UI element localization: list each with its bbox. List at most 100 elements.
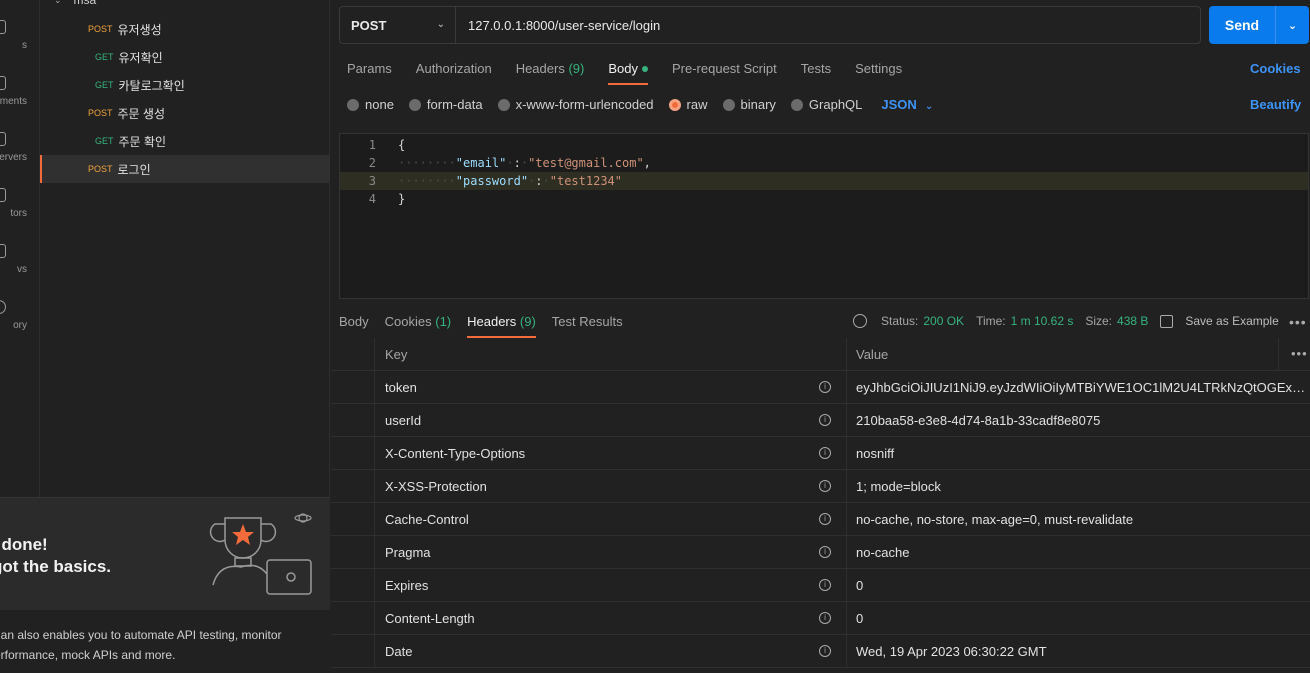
tab-authorization[interactable]: Authorization <box>416 61 492 85</box>
code-text: ········"password"·:·"test1234" <box>398 174 622 188</box>
column-header-value: Value <box>856 347 889 362</box>
table-row: Date i Wed, 19 Apr 2023 06:30:22 GMT <box>331 635 1310 668</box>
request-workspace: POST ⌄ 127.0.0.1:8000/user-service/login… <box>331 0 1310 673</box>
tab-count: (9) <box>519 314 536 329</box>
tab-label: Settings <box>855 61 903 76</box>
radio-x-www-form-urlencoded[interactable]: x-www-form-urlencoded <box>497 97 654 112</box>
method-select[interactable]: POST ⌄ <box>340 7 456 43</box>
body-editor[interactable]: 1 { 2 ········"email"·:·"test@gmail.com"… <box>339 133 1309 299</box>
info-icon[interactable]: i <box>819 447 831 459</box>
chevron-down-icon: ⌄ <box>924 101 934 112</box>
time-value[interactable]: 1 m 10.62 s <box>1011 314 1074 328</box>
rail-item-environments[interactable]: ments <box>0 76 39 132</box>
column-divider <box>846 338 847 371</box>
environment-icon <box>0 76 6 90</box>
tab-params[interactable]: Params <box>347 61 392 85</box>
tab-response-cookies[interactable]: Cookies (1) <box>385 314 451 338</box>
collection-folder[interactable]: ⌄ msa <box>54 0 96 7</box>
column-divider <box>846 470 847 503</box>
send-button[interactable]: Send ⌄ <box>1209 6 1309 44</box>
info-icon[interactable]: i <box>819 480 831 492</box>
tab-label: Pre-request Script <box>671 61 777 76</box>
raw-format-select[interactable]: JSON ⌄ <box>881 97 933 112</box>
radio-circle-icon <box>347 98 359 111</box>
request-name: 유저확인 <box>118 50 163 65</box>
tab-response-body[interactable]: Body <box>339 314 369 338</box>
header-value: nosniff <box>856 446 895 461</box>
radio-binary[interactable]: binary <box>722 97 776 112</box>
send-options-chevron-icon[interactable]: ⌄ <box>1275 6 1309 44</box>
row-gutter <box>331 503 375 536</box>
info-icon[interactable]: i <box>819 612 831 624</box>
code-line: 1 { <box>340 136 1308 154</box>
info-icon[interactable]: i <box>819 414 831 426</box>
more-options-icon[interactable]: ••• <box>1291 346 1308 361</box>
rail-item-history[interactable]: ory <box>0 300 39 356</box>
header-key: Expires <box>385 578 429 593</box>
radio-circle-icon <box>497 98 510 111</box>
tree-item-request[interactable]: GET 주문 확인 <box>40 127 330 155</box>
tab-headers[interactable]: Headers (9) <box>516 61 585 85</box>
response-tabs: Body Cookies (1) Headers (9) Test Result… <box>339 314 639 338</box>
info-icon[interactable]: i <box>819 546 831 558</box>
tree-item-request[interactable]: POST 주문 생성 <box>40 99 330 127</box>
table-row: X-XSS-Protection i 1; mode=block <box>331 470 1310 503</box>
info-icon[interactable]: i <box>819 513 831 525</box>
method-badge: GET <box>95 80 114 90</box>
promo-body-line: erformance, mock APIs and more. <box>0 648 176 662</box>
radio-raw[interactable]: raw <box>668 97 708 112</box>
api-icon <box>0 20 6 34</box>
method-value: POST <box>351 17 387 33</box>
tab-body[interactable]: Body <box>608 61 648 85</box>
tab-test-results[interactable]: Test Results <box>552 314 623 338</box>
header-key: X-Content-Type-Options <box>385 446 526 461</box>
beautify-button[interactable]: Beautify <box>1250 97 1301 112</box>
cookies-link[interactable]: Cookies <box>1250 61 1301 76</box>
tab-pre-request-script[interactable]: Pre-request Script <box>672 61 777 85</box>
code-text: ········"email"·:·"test@gmail.com", <box>398 156 651 170</box>
header-value: 210baa58-e3e8-4d74-8a1b-33cadf8e8075 <box>856 413 1101 428</box>
tab-tests[interactable]: Tests <box>801 61 831 85</box>
tab-label: Params <box>347 61 392 76</box>
more-options-icon[interactable]: ••• <box>1289 314 1307 330</box>
size-value[interactable]: 438 B <box>1117 314 1148 328</box>
method-badge: GET <box>95 52 114 62</box>
globe-icon[interactable] <box>853 314 867 328</box>
request-tabs: Params Authorization Headers (9) Body Pr… <box>347 61 926 85</box>
tab-label: Body <box>339 314 369 329</box>
info-icon[interactable]: i <box>819 579 831 591</box>
tab-response-headers[interactable]: Headers (9) <box>467 314 536 338</box>
line-number: 1 <box>368 138 376 152</box>
modified-dot-icon <box>641 66 648 72</box>
header-value: 1; mode=block <box>856 479 941 494</box>
json-key: "password" <box>455 174 529 188</box>
info-icon[interactable]: i <box>819 645 831 657</box>
tree-item-request[interactable]: GET 유저확인 <box>40 43 330 71</box>
save-as-example-button[interactable]: Save as Example <box>1185 314 1278 328</box>
tree-item-request[interactable]: POST 유저생성 <box>40 15 330 43</box>
url-input[interactable]: 127.0.0.1:8000/user-service/login <box>456 7 660 43</box>
status-value[interactable]: 200 OK <box>923 314 964 328</box>
rail-item-monitors[interactable]: tors <box>0 188 39 244</box>
radio-graphql[interactable]: GraphQL <box>790 97 862 112</box>
column-divider <box>846 602 847 635</box>
info-icon[interactable]: i <box>819 381 831 393</box>
tab-settings[interactable]: Settings <box>855 61 902 85</box>
radio-form-data[interactable]: form-data <box>408 97 483 112</box>
radio-label: binary <box>740 97 776 112</box>
method-badge: POST <box>88 108 113 118</box>
rail-item-apis[interactable]: s <box>0 20 39 76</box>
header-value: Wed, 19 Apr 2023 06:30:22 GMT <box>856 644 1047 659</box>
tree-item-request[interactable]: GET 카탈로그확인 <box>40 71 330 99</box>
radio-label: x-www-form-urlencoded <box>515 97 654 112</box>
tab-label: Cookies <box>384 314 432 329</box>
json-value: "test1234" <box>549 174 622 188</box>
column-divider <box>846 404 847 437</box>
rail-item-flows[interactable]: vs <box>0 244 39 300</box>
radio-none[interactable]: none <box>347 97 394 112</box>
tree-item-request-active[interactable]: POST 로그인 <box>40 155 330 183</box>
column-divider <box>846 371 847 404</box>
rail-item-mock-servers[interactable]: ervers <box>0 132 39 188</box>
radio-label: none <box>365 97 394 112</box>
method-badge: POST <box>88 24 113 34</box>
